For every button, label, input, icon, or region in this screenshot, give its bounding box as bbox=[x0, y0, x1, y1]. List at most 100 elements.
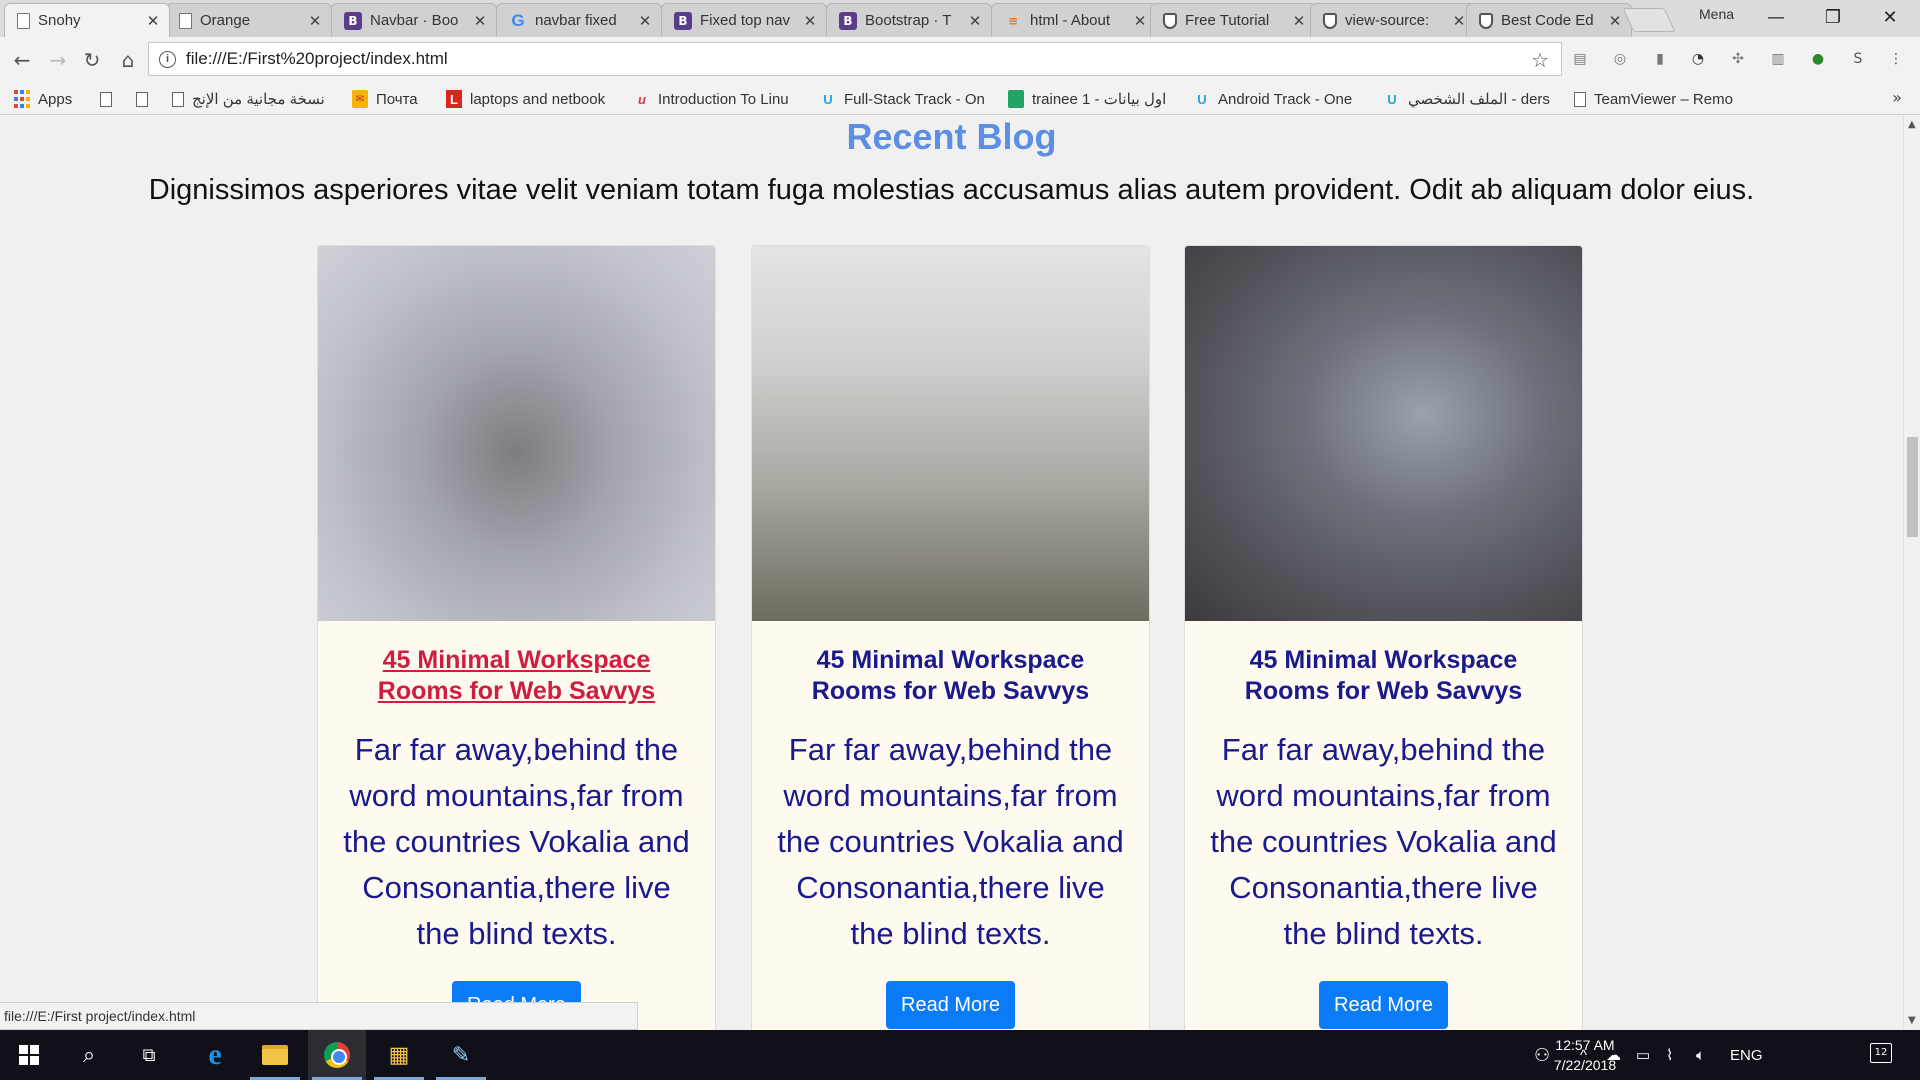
bookmark-page-2[interactable] bbox=[136, 88, 156, 110]
bookmark-trainee[interactable]: trainee 1 - اول بيانات bbox=[1008, 88, 1178, 110]
tab-html-about[interactable]: ≡ html - About ✕ bbox=[991, 3, 1157, 37]
edge-icon[interactable]: e bbox=[186, 1030, 244, 1080]
status-bubble: file:///E:/First project/index.html bbox=[0, 1002, 638, 1030]
blog-card-title-link[interactable]: 45 Minimal Workspace Rooms for Web Savvy… bbox=[774, 645, 1127, 707]
globe-extension-icon[interactable]: ● bbox=[1806, 48, 1830, 70]
speed-extension-icon[interactable]: ◔ bbox=[1686, 48, 1710, 70]
bookmark-fullstack[interactable]: U Full-Stack Track - On bbox=[820, 88, 992, 110]
file-explorer-icon[interactable] bbox=[246, 1030, 304, 1080]
tab-free-tutorial[interactable]: Free Tutorial ✕ bbox=[1150, 3, 1316, 37]
page-icon bbox=[136, 91, 148, 107]
s-extension-icon[interactable]: S bbox=[1846, 48, 1870, 70]
close-icon[interactable]: ✕ bbox=[637, 12, 653, 30]
blog-card-image[interactable] bbox=[752, 246, 1149, 621]
pdf-tool-icon[interactable]: ▥ bbox=[1766, 48, 1790, 70]
bookmark-apps[interactable]: Apps bbox=[14, 88, 72, 110]
blog-card: 45 Minimal Workspace Rooms for Web Savvy… bbox=[1184, 245, 1583, 1030]
bookmark-label: Apps bbox=[38, 90, 73, 108]
search-icon[interactable]: ⌕ bbox=[60, 1030, 118, 1080]
volume-icon[interactable]: 🔈︎ bbox=[1696, 1030, 1705, 1080]
menu-kebab-icon[interactable]: ⋮ bbox=[1884, 48, 1908, 70]
close-icon[interactable]: ✕ bbox=[802, 12, 818, 30]
address-bar[interactable]: i file:///E:/First%20project/index.html … bbox=[148, 42, 1562, 76]
tab-bootstrap[interactable]: B Bootstrap · T ✕ bbox=[826, 3, 992, 37]
bookmark-teamviewer[interactable]: TeamViewer – Remo bbox=[1574, 88, 1744, 110]
bootstrap-icon: B bbox=[344, 11, 362, 30]
bookmark-laptops[interactable]: L laptops and netbook bbox=[446, 88, 616, 110]
udacity-icon: u bbox=[638, 91, 646, 107]
vertical-scrollbar[interactable]: ▲ ▼ bbox=[1903, 115, 1920, 1030]
pdf-extension-icon[interactable]: ▤ bbox=[1568, 48, 1592, 70]
reload-icon[interactable]: ↻ bbox=[78, 46, 106, 74]
puzzle-extension-icon[interactable]: ✣ bbox=[1726, 48, 1750, 70]
tab-title: navbar fixed bbox=[535, 12, 617, 29]
paint-app-icon[interactable]: ✎ bbox=[432, 1030, 490, 1080]
scroll-up-arrow-icon[interactable]: ▲ bbox=[1908, 119, 1916, 130]
windows-taskbar: ⌕ ⧉ e ▦ ✎ ⚇ ^ ☁ ▭ ⌇ 🔈︎ ENG 12:57 AM 7/22… bbox=[0, 1030, 1920, 1080]
info-icon[interactable]: i bbox=[159, 50, 176, 68]
page-icon bbox=[179, 12, 192, 29]
tab-navbar-bootstrap[interactable]: B Navbar · Boo ✕ bbox=[331, 3, 497, 37]
bookmark-arabic-copy[interactable]: نسخة مجانية من الإنج bbox=[172, 88, 340, 110]
bookmark-intro-linux[interactable]: u Introduction To Linu bbox=[634, 88, 804, 110]
scroll-down-arrow-icon[interactable]: ▼ bbox=[1908, 1015, 1916, 1026]
blog-card-title-link[interactable]: 45 Minimal Workspace Rooms for Web Savvy… bbox=[1207, 645, 1560, 707]
blog-card-title-link[interactable]: 45 Minimal Workspace Rooms for Web Savvy… bbox=[340, 645, 693, 707]
shield-icon bbox=[1323, 12, 1337, 29]
tab-navbar-fixed-google[interactable]: G navbar fixed ✕ bbox=[496, 3, 662, 37]
network-icon[interactable]: ⌇ bbox=[1666, 1030, 1673, 1080]
tab-orange[interactable]: Orange ✕ bbox=[166, 3, 332, 37]
tab-best-code-editor[interactable]: Best Code Ed ✕ bbox=[1466, 3, 1632, 37]
back-arrow-icon[interactable]: ← bbox=[8, 46, 36, 74]
bookmarks-overflow-icon[interactable]: » bbox=[1892, 88, 1902, 107]
url-text[interactable]: file:///E:/First%20project/index.html bbox=[186, 49, 448, 69]
page-icon bbox=[172, 91, 184, 107]
close-icon[interactable]: ✕ bbox=[1291, 12, 1307, 30]
tab-title: Snohy bbox=[38, 12, 81, 29]
tab-view-source[interactable]: view-source: ✕ bbox=[1310, 3, 1476, 37]
bookmark-extension-icon[interactable]: ▮ bbox=[1648, 48, 1672, 70]
system-clock[interactable]: 12:57 AM 7/22/2018 bbox=[1530, 1035, 1640, 1075]
language-indicator[interactable]: ENG bbox=[1730, 1030, 1763, 1080]
close-icon[interactable]: ✕ bbox=[967, 12, 983, 30]
bookmark-profile[interactable]: U الملف الشخصي - ders bbox=[1384, 88, 1560, 110]
close-icon[interactable]: ✕ bbox=[1607, 12, 1623, 30]
read-more-button[interactable]: Read More bbox=[886, 981, 1015, 1029]
action-center-icon[interactable]: 12 bbox=[1870, 1043, 1892, 1063]
bookmark-android-track[interactable]: U Android Track - One bbox=[1194, 88, 1368, 110]
stackoverflow-icon: ≡ bbox=[1007, 13, 1019, 28]
close-icon[interactable]: ✕ bbox=[307, 12, 323, 30]
tab-strip: Snohy ✕ Orange ✕ B Navbar · Boo ✕ G navb… bbox=[0, 0, 1920, 37]
home-icon[interactable]: ⌂ bbox=[114, 46, 142, 74]
bookmark-label: laptops and netbook bbox=[470, 90, 606, 108]
close-icon[interactable]: ✕ bbox=[1132, 12, 1148, 30]
close-icon[interactable]: ✕ bbox=[1451, 12, 1467, 30]
start-button[interactable] bbox=[0, 1030, 58, 1080]
forward-arrow-icon[interactable]: → bbox=[44, 46, 72, 74]
bookmark-pochta[interactable]: ✉ Почта bbox=[352, 88, 418, 110]
extension-icon[interactable]: ◎ bbox=[1608, 48, 1632, 70]
blog-card-image[interactable] bbox=[318, 246, 715, 621]
bookmark-page-1[interactable] bbox=[100, 88, 120, 110]
apps-icon bbox=[14, 90, 30, 108]
tab-title: Orange bbox=[200, 12, 251, 29]
read-more-button[interactable]: Read More bbox=[1319, 981, 1448, 1029]
scroll-thumb[interactable] bbox=[1907, 437, 1918, 537]
video-app-icon[interactable]: ▦ bbox=[370, 1030, 428, 1080]
blog-card-text: Far far away,behind the word mountains,f… bbox=[1210, 732, 1557, 951]
page-icon bbox=[17, 12, 30, 29]
bookmark-star-icon[interactable]: ☆ bbox=[1531, 48, 1549, 72]
restore-icon[interactable]: ❐ bbox=[1805, 0, 1861, 34]
page-viewport: Recent Blog Dignissimos asperiores vitae… bbox=[0, 115, 1903, 1030]
tab-snohy[interactable]: Snohy ✕ bbox=[4, 3, 170, 37]
close-icon[interactable]: ✕ bbox=[472, 12, 488, 30]
minimize-icon[interactable]: — bbox=[1748, 0, 1804, 34]
window-close-icon[interactable]: ✕ bbox=[1862, 0, 1918, 34]
task-view-icon[interactable]: ⧉ bbox=[120, 1030, 178, 1080]
blog-card-image[interactable] bbox=[1185, 246, 1582, 621]
close-icon[interactable]: ✕ bbox=[145, 12, 161, 30]
chrome-taskbar-icon[interactable] bbox=[308, 1030, 366, 1080]
tab-fixed-top-nav[interactable]: B Fixed top nav ✕ bbox=[661, 3, 827, 37]
tab-title: view-source: bbox=[1345, 12, 1430, 29]
profile-name[interactable]: Mena bbox=[1699, 6, 1734, 22]
